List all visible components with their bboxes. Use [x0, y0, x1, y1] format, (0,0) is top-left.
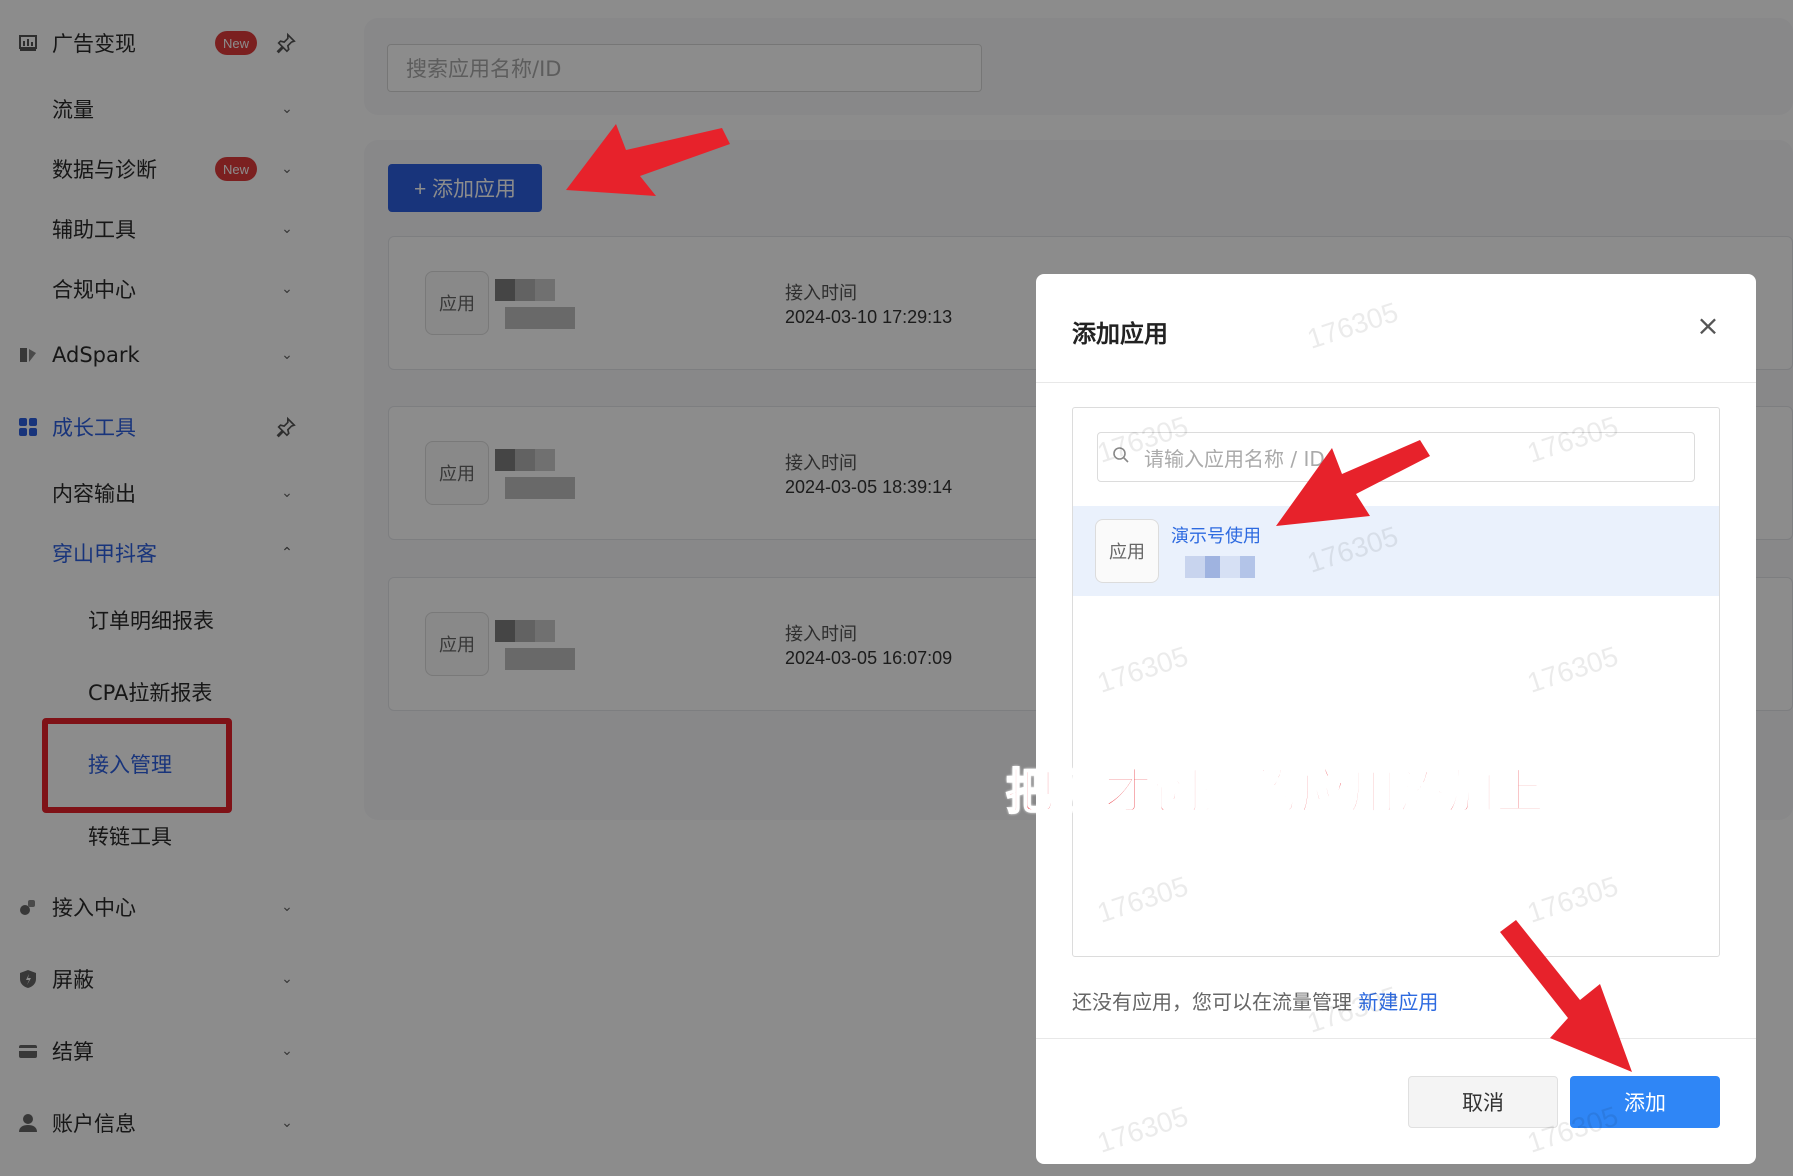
cancel-button[interactable]: 取消: [1408, 1076, 1558, 1128]
search-icon: [1112, 446, 1130, 469]
app-icon: 应用: [1095, 519, 1159, 583]
list-item[interactable]: 应用 演示号使用: [1073, 506, 1719, 596]
app-name: 演示号使用: [1171, 526, 1261, 547]
divider: [1036, 1038, 1756, 1039]
modal-title: 添加应用: [1072, 320, 1168, 348]
hint-text: 还没有应用，您可以在流量管理 新建应用: [1072, 990, 1439, 1014]
close-icon[interactable]: ×: [1693, 309, 1723, 342]
annotation-text: 把刚才创建的应用添加上: [1005, 763, 1546, 821]
watermark: 176305: [1093, 1100, 1192, 1159]
create-app-link[interactable]: 新建应用: [1358, 990, 1438, 1014]
divider: [1036, 382, 1756, 383]
add-app-modal: 添加应用 × 请输入应用名称 / ID 应用 演示号使用 还没有应用，您可以在流…: [1036, 274, 1756, 1164]
app-select-list: 请输入应用名称 / ID 应用 演示号使用: [1072, 407, 1720, 957]
confirm-add-button[interactable]: 添加: [1570, 1076, 1720, 1128]
watermark: 176305: [1303, 296, 1402, 355]
redacted-app-id: [1185, 556, 1255, 578]
modal-search-input[interactable]: 请输入应用名称 / ID: [1097, 432, 1695, 482]
